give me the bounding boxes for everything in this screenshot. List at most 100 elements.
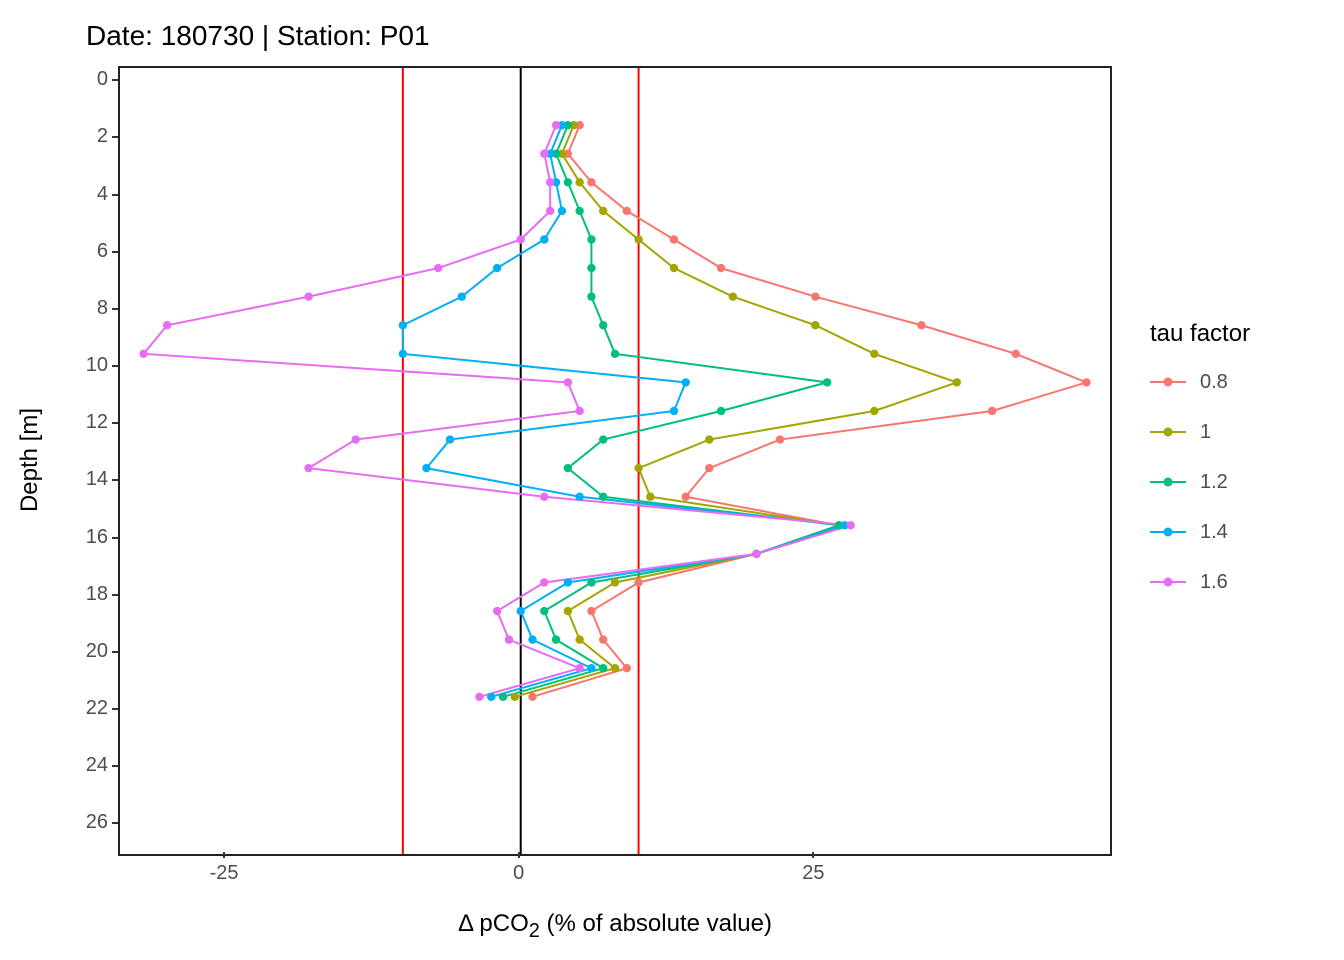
series-point	[623, 207, 631, 215]
y-tick	[112, 422, 118, 424]
y-tick-label: 12	[68, 411, 108, 434]
series-point	[870, 407, 878, 415]
chart-container: Date: 180730 | Station: P01 024681012141…	[0, 0, 1344, 960]
y-tick-label: 26	[68, 811, 108, 834]
plot-svg	[120, 68, 1110, 854]
series-point	[575, 178, 583, 186]
legend-item: 1.2	[1150, 462, 1250, 502]
y-tick-label: 24	[68, 754, 108, 777]
series-point	[670, 264, 678, 272]
legend-label: 0.8	[1200, 371, 1228, 394]
series-point	[163, 321, 171, 329]
legend-item: 1.6	[1150, 562, 1250, 602]
series-point	[564, 607, 572, 615]
series-point	[1082, 378, 1090, 386]
series-point	[599, 321, 607, 329]
series-point	[729, 292, 737, 300]
legend-swatch	[1150, 514, 1186, 550]
series-point	[646, 493, 654, 501]
series-point	[575, 635, 583, 643]
series-point	[847, 521, 855, 529]
series-point	[599, 664, 607, 672]
plot-area	[118, 66, 1112, 856]
series-point	[752, 550, 760, 558]
series-point	[493, 264, 501, 272]
series-point	[352, 435, 360, 443]
series-point	[682, 378, 690, 386]
series-point	[823, 378, 831, 386]
series-point	[575, 207, 583, 215]
x-tick-label: 0	[494, 862, 544, 885]
y-tick	[112, 479, 118, 481]
series-point	[599, 207, 607, 215]
x-tick-label: 25	[788, 862, 838, 885]
series-point	[587, 178, 595, 186]
series-point	[717, 264, 725, 272]
series-point	[546, 207, 554, 215]
series-point	[623, 664, 631, 672]
series-point	[546, 178, 554, 186]
y-tick	[112, 765, 118, 767]
y-tick-label: 6	[68, 240, 108, 263]
y-tick-label: 18	[68, 583, 108, 606]
series-point	[587, 292, 595, 300]
series-point	[811, 321, 819, 329]
series-point	[487, 693, 495, 701]
legend-title: tau factor	[1150, 320, 1250, 348]
series-point	[575, 664, 583, 672]
series-point	[493, 607, 501, 615]
series-point	[564, 578, 572, 586]
series-point	[517, 235, 525, 243]
series-point	[540, 150, 548, 158]
series-point	[564, 178, 572, 186]
series-point	[953, 378, 961, 386]
series-point	[811, 292, 819, 300]
legend-item: 0.8	[1150, 362, 1250, 402]
series-point	[446, 435, 454, 443]
y-tick-label: 22	[68, 697, 108, 720]
series-point	[528, 693, 536, 701]
y-tick	[112, 194, 118, 196]
series-line	[533, 125, 1087, 697]
series-point	[870, 350, 878, 358]
series-point	[517, 607, 525, 615]
series-point	[611, 664, 619, 672]
series-point	[304, 464, 312, 472]
series-point	[917, 321, 925, 329]
series-point	[587, 235, 595, 243]
chart-title: Date: 180730 | Station: P01	[86, 20, 430, 52]
y-tick-label: 16	[68, 526, 108, 549]
y-tick	[112, 251, 118, 253]
series-point	[1012, 350, 1020, 358]
y-tick	[112, 651, 118, 653]
y-tick	[112, 79, 118, 81]
x-tick	[812, 852, 814, 858]
series-point	[399, 321, 407, 329]
x-axis-label: Δ pCO2 (% of absolute value)	[458, 910, 772, 943]
series-point	[575, 407, 583, 415]
y-tick	[112, 365, 118, 367]
series-point	[564, 378, 572, 386]
series-point	[670, 407, 678, 415]
x-tick-label: -25	[199, 862, 249, 885]
x-tick	[223, 852, 225, 858]
y-tick	[112, 822, 118, 824]
series-point	[540, 235, 548, 243]
series-point	[705, 435, 713, 443]
series-point	[528, 635, 536, 643]
series-point	[458, 292, 466, 300]
series-point	[599, 635, 607, 643]
series-point	[634, 578, 642, 586]
series-point	[682, 493, 690, 501]
series-point	[611, 350, 619, 358]
legend-swatch	[1150, 364, 1186, 400]
legend-label: 1	[1200, 421, 1211, 444]
y-tick-label: 20	[68, 640, 108, 663]
series-point	[705, 464, 713, 472]
series-point	[634, 464, 642, 472]
legend-swatch	[1150, 414, 1186, 450]
series-point	[399, 350, 407, 358]
series-point	[587, 578, 595, 586]
series-point	[540, 607, 548, 615]
y-axis-label: Depth [m]	[16, 408, 44, 512]
